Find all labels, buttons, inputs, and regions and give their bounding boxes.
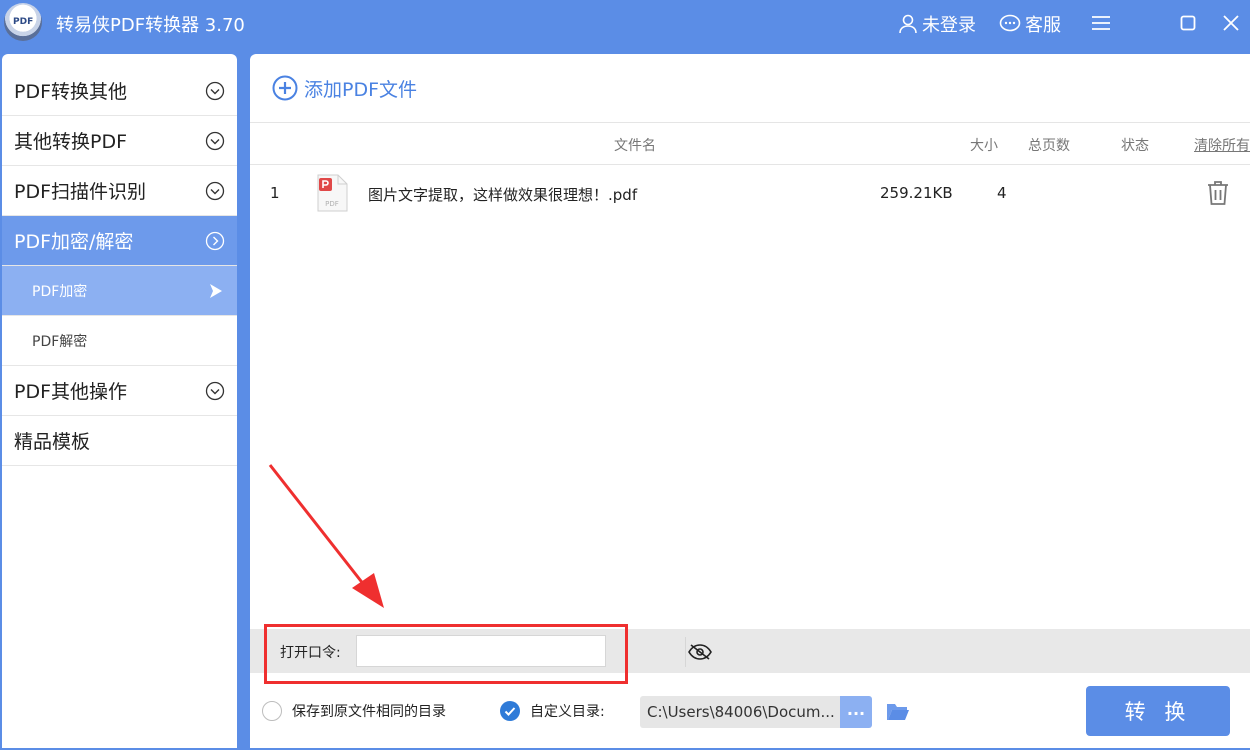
chevron-down-icon xyxy=(205,131,225,151)
close-button[interactable] xyxy=(1218,10,1244,36)
folder-open-icon[interactable] xyxy=(886,700,910,722)
chat-icon xyxy=(999,14,1021,32)
column-status: 状态 xyxy=(1121,138,1149,154)
sidebar: PDF转换其他 其他转换PDF PDF扫描件识别 PDF加密/解密 PDF加密 … xyxy=(2,54,237,748)
menu-button[interactable] xyxy=(1088,10,1114,36)
hamburger-icon xyxy=(1092,16,1110,30)
row-index: 1 xyxy=(270,184,280,202)
sidebar-item-label: PDF其他操作 xyxy=(14,381,128,403)
option-same-dir-label: 保存到原文件相同的目录 xyxy=(292,704,446,720)
check-icon xyxy=(504,707,516,716)
column-size: 大小 xyxy=(970,138,998,154)
chevron-down-icon xyxy=(205,81,225,101)
app-logo: PDF xyxy=(4,3,42,41)
sidebar-subitem-pdf-encrypt[interactable]: PDF加密 xyxy=(2,266,237,316)
service-label: 客服 xyxy=(1025,15,1061,36)
annotation-highlight-box xyxy=(264,624,628,684)
file-pages: 4 xyxy=(997,184,1007,202)
clear-all-link[interactable]: 清除所有 xyxy=(1194,135,1250,155)
sidebar-item-label: PDF加密/解密 xyxy=(14,231,134,253)
pdf-icon-label: PDF xyxy=(325,200,339,208)
user-icon xyxy=(899,14,917,34)
main-panel: 添加PDF文件 文件名 大小 总页数 状态 清除所有 1 PDF 图片文字提取，… xyxy=(250,54,1250,748)
option-same-dir[interactable]: 保存到原文件相同的目录 xyxy=(262,701,446,721)
output-path-field[interactable]: C:\Users\84006\Docum... xyxy=(640,696,840,728)
sidebar-item-label: PDF扫描件识别 xyxy=(14,181,147,203)
column-pages: 总页数 xyxy=(1028,138,1070,154)
add-pdf-button[interactable]: 添加PDF文件 xyxy=(272,74,417,102)
sidebar-item-pdf-encrypt-decrypt[interactable]: PDF加密/解密 xyxy=(2,216,237,266)
chevron-right-icon xyxy=(205,231,225,251)
sidebar-item-premium-templates[interactable]: 精品模板 xyxy=(2,416,237,466)
maximize-button[interactable] xyxy=(1175,10,1201,36)
file-size: 259.21KB xyxy=(880,184,953,202)
browse-button[interactable]: ... xyxy=(840,696,872,728)
sidebar-item-label: 精品模板 xyxy=(14,431,91,453)
sidebar-subitem-pdf-decrypt[interactable]: PDF解密 xyxy=(2,316,237,366)
app-title: 转易侠PDF转换器 3.70 xyxy=(56,15,245,36)
sidebar-item-pdf-to-other[interactable]: PDF转换其他 xyxy=(2,66,237,116)
convert-button[interactable]: 转 换 xyxy=(1086,686,1230,736)
sidebar-item-other-to-pdf[interactable]: 其他转换PDF xyxy=(2,116,237,166)
add-pdf-label: 添加PDF文件 xyxy=(304,78,418,101)
eye-slash-icon xyxy=(687,644,712,660)
option-custom-dir[interactable]: 自定义目录: xyxy=(500,701,605,721)
column-name: 文件名 xyxy=(614,138,656,154)
table-row[interactable]: 1 PDF 图片文字提取，这样做效果很理想！.pdf 259.21KB 4 xyxy=(250,166,1250,222)
sidebar-item-label: 其他转换PDF xyxy=(14,131,128,153)
sidebar-item-pdf-other-ops[interactable]: PDF其他操作 xyxy=(2,366,237,416)
table-header: 文件名 大小 总页数 状态 清除所有 xyxy=(250,122,1250,165)
service-button[interactable]: 客服 xyxy=(999,11,1061,37)
sidebar-item-pdf-scan-ocr[interactable]: PDF扫描件识别 xyxy=(2,166,237,216)
radio-custom-dir[interactable] xyxy=(500,701,520,721)
maximize-icon xyxy=(1180,15,1196,31)
login-button[interactable]: 未登录 xyxy=(898,11,976,37)
sidebar-subitem-label: PDF解密 xyxy=(32,333,88,350)
arrow-right-icon xyxy=(210,284,222,298)
file-name: 图片文字提取，这样做效果很理想！.pdf xyxy=(368,186,638,204)
title-bar: PDF 转易侠PDF转换器 3.70 未登录 客服 xyxy=(0,0,1250,46)
chevron-down-icon xyxy=(205,381,225,401)
radio-same-dir[interactable] xyxy=(262,701,282,721)
chevron-down-icon xyxy=(205,181,225,201)
trash-icon[interactable] xyxy=(1206,180,1230,206)
option-custom-dir-label: 自定义目录: xyxy=(530,704,605,720)
toggle-visibility-button[interactable] xyxy=(685,637,713,667)
pdf-file-icon: PDF xyxy=(317,174,348,212)
plus-circle-icon xyxy=(272,75,298,101)
close-icon xyxy=(1223,15,1239,31)
sidebar-subitem-label: PDF加密 xyxy=(32,283,88,300)
sidebar-item-label: PDF转换其他 xyxy=(14,81,128,103)
login-label: 未登录 xyxy=(922,15,976,36)
